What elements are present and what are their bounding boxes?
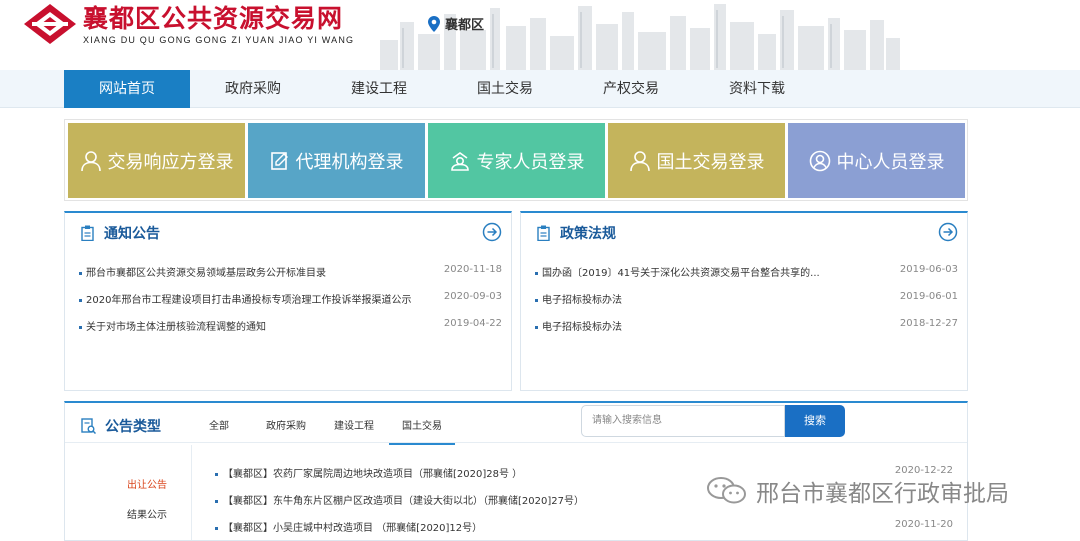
tile-agency-login[interactable]: 代理机构登录	[248, 123, 425, 198]
panel-title: 政策法规	[560, 226, 616, 242]
panel-title: 公告类型	[105, 419, 161, 435]
location-selector[interactable]: 襄都区	[428, 14, 484, 33]
user-icon	[80, 150, 101, 171]
more-arrow-icon[interactable]	[482, 222, 502, 242]
map-pin-icon	[428, 15, 440, 32]
login-tiles: 交易响应方登录 代理机构登录 专家人员登录 国土交易登录 中心人员登录	[64, 119, 968, 201]
list-item-date: 2019-06-03	[899, 264, 958, 275]
list-item-title: 邢台市襄都区公共资源交易领域基层政务公开标准目录	[79, 264, 326, 279]
nav-government-procurement[interactable]: 政府采购	[190, 70, 316, 108]
site-header: 襄都区公共资源交易网 XIANG DU QU GONG GONG ZI YUAN…	[0, 0, 1080, 70]
tab-all[interactable]: 全部	[209, 417, 229, 432]
list-item[interactable]: 关于对市场主体注册核验流程调整的通知 2019-04-22	[79, 318, 502, 345]
tab-land-trading[interactable]: 国土交易	[389, 417, 455, 445]
site-logo-icon	[24, 4, 76, 44]
tabs-divider	[65, 442, 967, 443]
tile-label: 国土交易登录	[656, 151, 765, 173]
search-input[interactable]: 请输入搜索信息	[581, 405, 785, 437]
tile-label: 专家人员登录	[476, 151, 585, 173]
wechat-icon	[707, 477, 746, 504]
list-item-date: 2020-11-20	[894, 519, 953, 530]
location-label: 襄都区	[445, 18, 485, 33]
tile-label: 交易响应方登录	[107, 151, 234, 173]
tile-bidder-login[interactable]: 交易响应方登录	[68, 123, 245, 198]
announcement-panel: 公告类型 全部 政府采购 建设工程 国土交易 请输入搜索信息 搜索 出让公告 结…	[64, 401, 968, 541]
watermark: 邢台市襄都区行政审批局	[706, 474, 1009, 508]
city-skyline-image	[380, 4, 900, 70]
site-title: 襄都区公共资源交易网	[83, 4, 344, 33]
document-edit-icon	[270, 151, 288, 170]
notice-panel-header: 通知公告	[81, 223, 160, 243]
list-item[interactable]: 电子招标投标办法 2018-12-27	[535, 318, 958, 345]
category-divider	[191, 445, 192, 540]
search-button[interactable]: 搜索	[785, 405, 845, 437]
list-item-title: 【襄都区】小吴庄城中村改造项目 （邢襄储[2020]12号）	[215, 519, 482, 534]
clipboard-icon	[81, 225, 94, 241]
list-item-title: 【襄都区】东牛角东片区棚户区改造项目（建设大街以北）（邢襄储[2020]27号）	[215, 492, 584, 507]
panel-title: 通知公告	[104, 226, 160, 242]
nav-property-rights[interactable]: 产权交易	[568, 70, 694, 108]
tile-expert-login[interactable]: 专家人员登录	[428, 123, 605, 198]
tile-staff-login[interactable]: 中心人员登录	[788, 123, 965, 198]
tab-construction[interactable]: 建设工程	[334, 417, 374, 432]
tile-label: 中心人员登录	[836, 151, 945, 173]
nav-downloads[interactable]: 资料下载	[694, 70, 820, 108]
list-item[interactable]: 国办函〔2019〕41号关于深化公共资源交易平台整合共享的... 2019-06…	[535, 264, 958, 291]
list-item[interactable]: 邢台市襄都区公共资源交易领域基层政务公开标准目录 2020-11-18	[79, 264, 502, 291]
notice-panel: 通知公告 邢台市襄都区公共资源交易领域基层政务公开标准目录 2020-11-18…	[64, 211, 512, 391]
announcement-panel-header: 公告类型	[81, 416, 161, 436]
tile-land-login[interactable]: 国土交易登录	[608, 123, 785, 198]
nav-construction[interactable]: 建设工程	[316, 70, 442, 108]
policy-panel-header: 政策法规	[537, 223, 616, 243]
list-item-date: 2019-04-22	[443, 318, 502, 329]
watermark-text: 邢台市襄都区行政审批局	[756, 481, 1009, 507]
main-nav: 网站首页 政府采购 建设工程 国土交易 产权交易 资料下载	[0, 70, 1080, 108]
list-item-title: 2020年邢台市工程建设项目打击串通投标专项治理工作投诉举报渠道公示	[79, 291, 411, 306]
list-item[interactable]: 电子招标投标办法 2019-06-01	[535, 291, 958, 318]
list-item-title: 电子招标投标办法	[535, 291, 622, 306]
notice-list: 邢台市襄都区公共资源交易领域基层政务公开标准目录 2020-11-18 2020…	[79, 264, 502, 345]
site-subtitle: XIANG DU QU GONG GONG ZI YUAN JIAO YI WA…	[83, 35, 355, 45]
list-item-title: 关于对市场主体注册核验流程调整的通知	[79, 318, 266, 333]
list-item-date: 2018-12-27	[899, 318, 958, 329]
list-item-date: 2020-11-18	[443, 264, 502, 275]
document-search-icon	[81, 418, 96, 434]
clipboard-icon	[537, 225, 550, 241]
more-arrow-icon[interactable]	[938, 222, 958, 242]
category-transfer-notice[interactable]: 出让公告	[127, 476, 167, 491]
list-item-title: 【襄都区】农药厂家属院周边地块改造项目（邢襄储[2020]28号 ）	[215, 465, 522, 480]
list-item-title: 电子招标投标办法	[535, 318, 622, 333]
user-icon	[629, 150, 650, 171]
list-item[interactable]: 【襄都区】小吴庄城中村改造项目 （邢襄储[2020]12号） 2020-11-2…	[215, 519, 953, 539]
policy-list: 国办函〔2019〕41号关于深化公共资源交易平台整合共享的... 2019-06…	[535, 264, 958, 345]
list-item-title: 国办函〔2019〕41号关于深化公共资源交易平台整合共享的...	[535, 264, 820, 279]
expert-icon	[450, 151, 469, 171]
nav-home[interactable]: 网站首页	[64, 70, 190, 108]
category-result-announcement[interactable]: 结果公示	[127, 506, 167, 521]
list-item-date: 2019-06-01	[899, 291, 958, 302]
tab-government-procurement[interactable]: 政府采购	[266, 417, 306, 432]
policy-panel: 政策法规 国办函〔2019〕41号关于深化公共资源交易平台整合共享的... 20…	[520, 211, 968, 391]
list-item-date: 2020-09-03	[443, 291, 502, 302]
list-item[interactable]: 2020年邢台市工程建设项目打击串通投标专项治理工作投诉举报渠道公示 2020-…	[79, 291, 502, 318]
user-circle-icon	[809, 150, 830, 171]
nav-land-trading[interactable]: 国土交易	[442, 70, 568, 108]
tile-label: 代理机构登录	[295, 151, 404, 173]
